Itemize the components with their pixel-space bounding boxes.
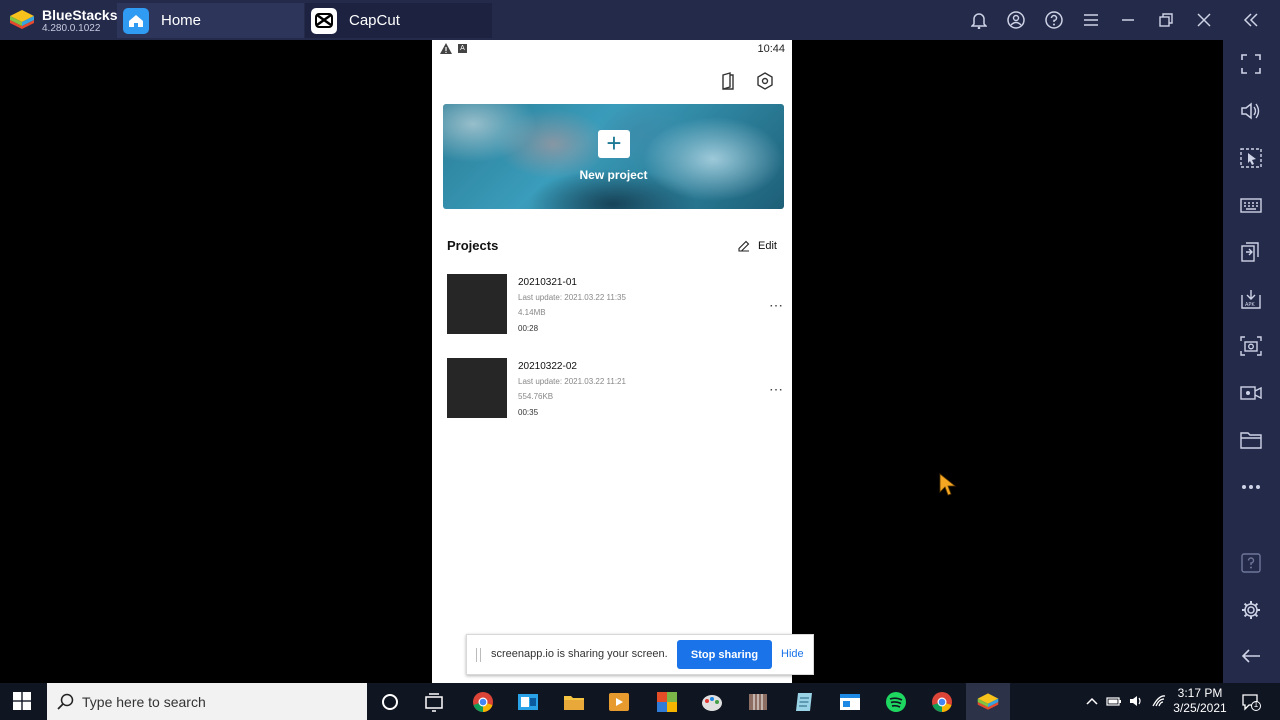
- screenshot-icon[interactable]: [1240, 335, 1262, 357]
- more-icon[interactable]: [1240, 476, 1262, 498]
- bluestacks-taskbar-icon: [977, 693, 999, 710]
- clock-date: 3/25/2021: [1173, 701, 1227, 715]
- bluestacks-logo: BlueStacks 4.280.0.1022: [6, 5, 118, 35]
- stop-sharing-button[interactable]: Stop sharing: [677, 640, 772, 669]
- bluestacks-sidebar: APK: [1223, 40, 1280, 683]
- tab-capcut-label: CapCut: [349, 12, 400, 29]
- tray-chevron-up-icon[interactable]: [1084, 693, 1100, 709]
- share-message: screenapp.io is sharing your screen.: [491, 648, 668, 660]
- account-icon[interactable]: [1006, 10, 1026, 30]
- project-duration: 00:28: [518, 324, 539, 333]
- pointer-select-icon[interactable]: [1240, 147, 1262, 169]
- tutorial-book-icon[interactable]: [719, 72, 737, 90]
- title-bar: BlueStacks 4.280.0.1022 Home CapCut: [0, 0, 1280, 40]
- cortana-icon[interactable]: [378, 690, 402, 714]
- projects-heading: Projects: [447, 238, 499, 253]
- bluestacks-icon: [10, 10, 34, 29]
- tab-capcut[interactable]: CapCut: [305, 3, 492, 38]
- capcut-screen: A 10:44 + New project Projects Edit 2021…: [432, 40, 792, 683]
- task-view-icon[interactable]: [422, 690, 446, 714]
- notification-badge: A: [458, 44, 467, 53]
- pencil-icon: [738, 240, 750, 252]
- help-icon[interactable]: [1044, 10, 1064, 30]
- bell-icon[interactable]: [969, 10, 989, 30]
- back-arrow-icon[interactable]: [1240, 645, 1262, 667]
- project-size: 4.14MB: [518, 308, 546, 317]
- chrome-icon[interactable]: [471, 690, 495, 714]
- project-name: 20210322-02: [518, 361, 577, 372]
- bluestacks-window: BlueStacks 4.280.0.1022 Home CapCut APK …: [0, 0, 1280, 720]
- windows-taskbar: Type here to search 3:17 PM 3/25/2021 1: [0, 683, 1280, 720]
- chrome-profile-icon[interactable]: [930, 690, 954, 714]
- windows-start-icon[interactable]: [13, 692, 31, 710]
- taskbar-clock[interactable]: 3:17 PM 3/25/2021: [1170, 686, 1230, 716]
- taskbar-search-box[interactable]: Type here to search: [47, 683, 367, 720]
- menu-icon[interactable]: [1081, 10, 1101, 30]
- screen-share-bar: screenapp.io is sharing your screen. Sto…: [466, 634, 814, 675]
- clock-time: 3:17 PM: [1177, 686, 1223, 700]
- tab-home-label: Home: [161, 12, 202, 29]
- project-last-update: Last update: 2021.03.22 11:35: [518, 293, 626, 302]
- folder-icon[interactable]: [1240, 429, 1262, 451]
- notes-icon[interactable]: [792, 690, 816, 714]
- taskbar-bluestacks-button[interactable]: [966, 683, 1010, 720]
- drag-handle-icon[interactable]: [476, 648, 481, 662]
- project-item[interactable]: 20210321-01 Last update: 2021.03.22 11:3…: [447, 274, 787, 336]
- wifi-icon[interactable]: [1151, 693, 1167, 709]
- settings-icon[interactable]: [756, 72, 774, 90]
- android-status-bar: A 10:44: [432, 40, 792, 58]
- restore-icon[interactable]: [1156, 10, 1176, 30]
- edit-label: Edit: [758, 240, 777, 252]
- hide-button[interactable]: Hide: [781, 648, 804, 660]
- keyboard-icon[interactable]: [1240, 194, 1262, 216]
- record-video-icon[interactable]: [1240, 382, 1262, 404]
- bluestacks-version: 4.280.0.1022: [42, 23, 101, 34]
- archive-tool-icon[interactable]: [746, 690, 770, 714]
- close-icon[interactable]: [1194, 10, 1214, 30]
- mouse-cursor-icon: [939, 473, 957, 496]
- speaker-icon[interactable]: [1128, 693, 1144, 709]
- project-thumbnail: [447, 274, 507, 334]
- warning-icon: [440, 43, 452, 54]
- search-placeholder: Type here to search: [82, 694, 206, 710]
- new-project-label: New project: [579, 168, 648, 182]
- multi-instance-icon[interactable]: [1240, 241, 1262, 263]
- media-player-icon[interactable]: [607, 690, 631, 714]
- collapse-sidebar-icon[interactable]: [1241, 10, 1261, 30]
- fullscreen-icon[interactable]: [1240, 53, 1262, 75]
- battery-icon[interactable]: [1106, 693, 1122, 709]
- project-item[interactable]: 20210322-02 Last update: 2021.03.22 11:2…: [447, 358, 787, 420]
- paint-icon[interactable]: [700, 690, 724, 714]
- notification-count: 1: [1253, 700, 1259, 709]
- home-icon: [123, 7, 149, 34]
- project-thumbnail: [447, 358, 507, 418]
- outlook-icon[interactable]: [516, 690, 540, 714]
- edit-projects-button[interactable]: Edit: [738, 240, 777, 252]
- action-center-button[interactable]: 1: [1241, 692, 1261, 712]
- project-size: 554.76KB: [518, 392, 554, 401]
- plus-icon: +: [598, 130, 630, 158]
- install-apk-icon[interactable]: APK: [1240, 288, 1262, 310]
- project-more-icon[interactable]: ⋯: [769, 381, 784, 398]
- project-name: 20210321-01: [518, 277, 577, 288]
- capcut-icon: [311, 7, 337, 34]
- help-square-icon[interactable]: [1240, 552, 1262, 574]
- bluestacks-name: BlueStacks: [42, 7, 118, 23]
- project-more-icon[interactable]: ⋯: [769, 297, 784, 314]
- app-window-icon[interactable]: [838, 690, 862, 714]
- new-project-button[interactable]: + New project: [443, 104, 784, 209]
- search-icon: [57, 693, 74, 710]
- status-time: 10:44: [757, 43, 785, 55]
- tab-home[interactable]: Home: [117, 3, 304, 38]
- project-duration: 00:35: [518, 408, 539, 417]
- file-explorer-icon[interactable]: [562, 690, 586, 714]
- spotify-icon[interactable]: [884, 690, 908, 714]
- project-last-update: Last update: 2021.03.22 11:21: [518, 377, 626, 386]
- minimize-icon[interactable]: [1118, 10, 1138, 30]
- volume-icon[interactable]: [1240, 100, 1262, 122]
- office-apps-icon[interactable]: [655, 690, 679, 714]
- svg-text:APK: APK: [1245, 302, 1255, 308]
- settings-gear-icon[interactable]: [1240, 599, 1262, 621]
